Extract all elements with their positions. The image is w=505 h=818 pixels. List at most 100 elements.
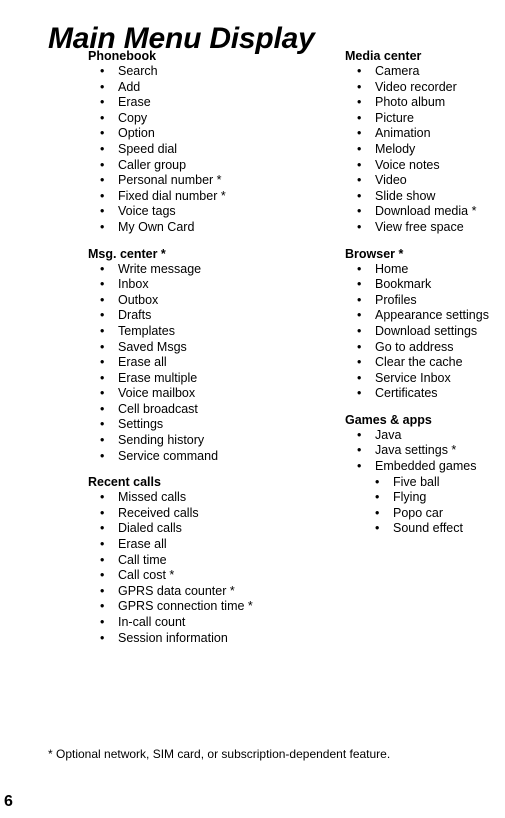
menu-item[interactable]: • Fixed dial number * — [88, 189, 293, 205]
menu-item-label: Caller group — [118, 157, 187, 172]
menu-item[interactable]: • Profiles — [345, 293, 505, 309]
menu-item[interactable]: • Erase all — [88, 537, 293, 553]
menu-item[interactable]: • GPRS connection time * — [88, 599, 293, 615]
menu-item[interactable]: • Dialed calls — [88, 521, 293, 537]
bullet-icon: • — [100, 141, 105, 156]
bullet-icon: • — [100, 521, 105, 536]
menu-item[interactable]: • Templates — [88, 324, 293, 340]
bullet-icon: • — [100, 615, 105, 629]
bullet-icon: • — [100, 355, 105, 370]
menu-item-list: • Camera • Video recorder • Photo album • Pictu… — [345, 64, 505, 236]
menu-item[interactable]: • In-call count — [88, 615, 293, 631]
menu-item[interactable]: • Service command — [88, 449, 293, 465]
menu-item-label: Erase multiple — [118, 370, 198, 385]
menu-item[interactable]: • Received calls — [88, 506, 293, 522]
menu-item[interactable]: • Go to address — [345, 340, 505, 356]
bullet-icon: • — [357, 261, 362, 276]
menu-sub-item[interactable]: • Popo car — [345, 506, 505, 522]
menu-sub-item-label: Sound effect — [393, 521, 463, 536]
menu-item-list: • Missed calls • Received calls • Dialed call… — [88, 490, 293, 646]
menu-item[interactable]: • Bookmark — [345, 277, 505, 293]
bullet-icon: • — [100, 219, 105, 234]
menu-item-label: Profiles — [375, 292, 417, 307]
menu-item-label: Download settings — [375, 323, 478, 338]
menu-item[interactable]: • Download media * — [345, 204, 505, 220]
menu-item[interactable]: • Drafts — [88, 308, 293, 324]
bullet-icon: • — [357, 110, 362, 125]
menu-item[interactable]: • Voice tags — [88, 204, 293, 220]
menu-item[interactable]: • Erase — [88, 95, 293, 111]
menu-item[interactable]: • GPRS data counter * — [88, 584, 293, 600]
menu-item[interactable]: • Embedded games — [345, 459, 505, 475]
menu-item[interactable]: • Outbox — [88, 293, 293, 309]
menu-item[interactable]: • Personal number * — [88, 173, 293, 189]
menu-item[interactable]: • Missed calls — [88, 490, 293, 506]
menu-section: Media center • Camera • Video recorder • Photo… — [345, 48, 505, 236]
menu-item-label: Drafts — [118, 308, 152, 323]
menu-item[interactable]: • Java settings * — [345, 443, 505, 459]
bullet-icon: • — [100, 323, 105, 338]
menu-item[interactable]: • View free space — [345, 220, 505, 236]
menu-item[interactable]: • Inbox — [88, 277, 293, 293]
menu-item[interactable]: • Copy — [88, 111, 293, 127]
bullet-icon: • — [100, 173, 105, 188]
menu-item[interactable]: • Add — [88, 80, 293, 96]
menu-item[interactable]: • Download settings — [345, 324, 505, 340]
menu-item-label: Erase — [118, 95, 151, 110]
menu-item-label: Service Inbox — [375, 370, 451, 385]
menu-item[interactable]: • Search — [88, 64, 293, 80]
bullet-icon: • — [357, 204, 362, 219]
menu-item-label: Option — [118, 126, 155, 141]
menu-item[interactable]: • Home — [345, 262, 505, 278]
menu-item[interactable]: • Settings — [88, 417, 293, 433]
menu-item[interactable]: • Sending history — [88, 433, 293, 449]
menu-item[interactable]: • Video — [345, 173, 505, 189]
menu-item-label: Voice mailbox — [118, 386, 196, 401]
menu-item[interactable]: • Call cost * — [88, 568, 293, 584]
bullet-icon: • — [100, 110, 105, 125]
menu-item[interactable]: • Saved Msgs — [88, 340, 293, 356]
bullet-icon: • — [100, 292, 105, 307]
menu-item[interactable]: • Speed dial — [88, 142, 293, 158]
menu-sub-item[interactable]: • Flying — [345, 490, 505, 506]
menu-item[interactable]: • Caller group — [88, 158, 293, 174]
menu-item[interactable]: • Photo album — [345, 95, 505, 111]
menu-item-label: Certificates — [375, 386, 438, 401]
bullet-icon: • — [100, 277, 105, 292]
menu-item[interactable]: • Melody — [345, 142, 505, 158]
menu-item-label: Photo album — [375, 95, 446, 110]
menu-item[interactable]: • Call time — [88, 553, 293, 569]
menu-item[interactable]: • Option — [88, 126, 293, 142]
menu-item[interactable]: • Video recorder — [345, 80, 505, 96]
menu-item[interactable]: • Service Inbox — [345, 371, 505, 387]
menu-sub-item[interactable]: • Five ball — [345, 475, 505, 491]
menu-item[interactable]: • Clear the cache — [345, 355, 505, 371]
menu-section: Browser * • Home • Bookmark • Profiles • Appeara… — [345, 246, 505, 402]
menu-item[interactable]: • Animation — [345, 126, 505, 142]
bullet-icon: • — [100, 204, 105, 219]
menu-item[interactable]: • Session information — [88, 631, 293, 647]
menu-item[interactable]: • Voice mailbox — [88, 386, 293, 402]
menu-sub-item[interactable]: • Sound effect — [345, 521, 505, 537]
bullet-icon: • — [375, 505, 380, 520]
menu-item[interactable]: • Cell broadcast — [88, 402, 293, 418]
menu-item-label: Sending history — [118, 433, 205, 448]
bullet-icon: • — [375, 474, 380, 489]
menu-item[interactable]: • Camera — [345, 64, 505, 80]
bullet-icon: • — [100, 448, 105, 463]
menu-item[interactable]: • Java — [345, 428, 505, 444]
menu-item[interactable]: • Write message — [88, 262, 293, 278]
menu-item[interactable]: • Erase multiple — [88, 371, 293, 387]
menu-item[interactable]: • Certificates — [345, 386, 505, 402]
bullet-icon: • — [100, 157, 105, 172]
menu-item[interactable]: • Slide show — [345, 189, 505, 205]
menu-item[interactable]: • Picture — [345, 111, 505, 127]
menu-item-label: Service command — [118, 448, 219, 463]
menu-section: Phonebook • Search • Add • Erase • Copy • Option • S… — [88, 48, 293, 236]
menu-item[interactable]: • My Own Card — [88, 220, 293, 236]
menu-item[interactable]: • Voice notes — [345, 158, 505, 174]
menu-item-label: Bookmark — [375, 277, 432, 292]
menu-item[interactable]: • Appearance settings — [345, 308, 505, 324]
menu-item[interactable]: • Erase all — [88, 355, 293, 371]
bullet-icon: • — [357, 443, 362, 458]
